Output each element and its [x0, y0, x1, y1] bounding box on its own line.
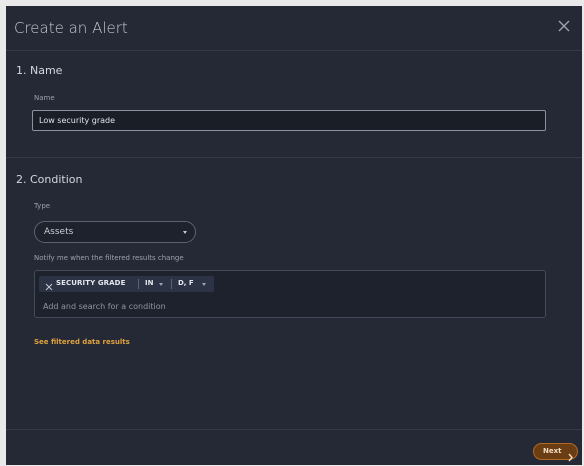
chip-separator: [138, 279, 139, 289]
close-icon[interactable]: [44, 278, 54, 291]
next-button-label: Next: [543, 447, 562, 455]
name-input[interactable]: [32, 110, 546, 131]
chip-separator: [171, 279, 172, 289]
condition-builder[interactable]: SECURITY GRADE IN D, F: [34, 270, 546, 318]
chevron-down-icon: [159, 283, 163, 286]
dialog-title: Create an Alert: [14, 19, 128, 37]
chevron-down-icon: [183, 231, 187, 234]
footer-divider: [6, 429, 582, 430]
dialog-header: Create an Alert: [6, 6, 582, 51]
name-field-label: Name: [34, 94, 55, 102]
create-alert-dialog: Create an Alert 1. Name Name 2. Conditio…: [6, 6, 582, 465]
close-icon[interactable]: [554, 16, 574, 36]
type-select-value: Assets: [44, 227, 74, 237]
chevron-right-icon: [567, 447, 574, 462]
type-select[interactable]: Assets: [34, 221, 196, 243]
section-divider: [6, 157, 582, 158]
notify-label: Notify me when the filtered results chan…: [34, 254, 184, 262]
condition-search-input[interactable]: [43, 299, 523, 313]
see-filtered-results-link[interactable]: See filtered data results: [34, 338, 130, 346]
type-field-label: Type: [34, 202, 51, 210]
next-button[interactable]: Next: [533, 443, 578, 462]
chevron-down-icon: [202, 283, 206, 286]
chip-field-label: SECURITY GRADE: [56, 279, 126, 287]
condition-section-heading: 2. Condition: [16, 173, 83, 186]
chip-operator-dropdown[interactable]: IN: [145, 279, 153, 287]
name-section-heading: 1. Name: [16, 64, 63, 77]
condition-chip: SECURITY GRADE IN D, F: [39, 276, 214, 292]
chip-value-dropdown[interactable]: D, F: [178, 279, 194, 287]
